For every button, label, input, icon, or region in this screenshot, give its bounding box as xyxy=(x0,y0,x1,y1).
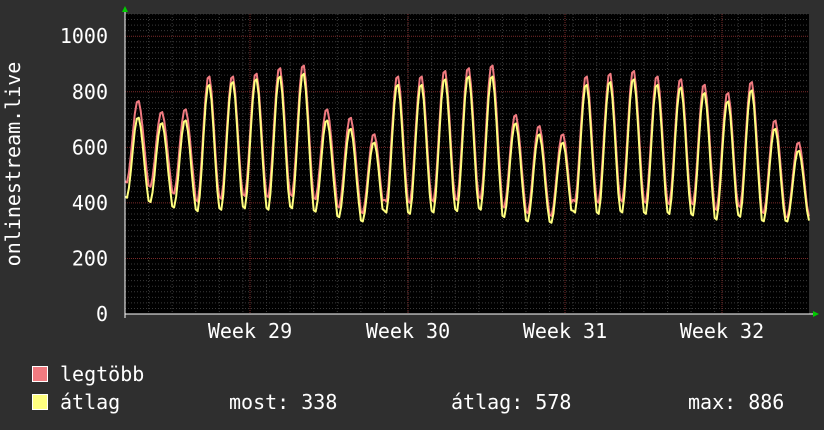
y-tick-label: 800 xyxy=(72,80,108,104)
y-axis-arrow xyxy=(122,6,128,12)
legend-label-atlag: átlag xyxy=(60,390,121,414)
y-tick-label: 1000 xyxy=(60,24,108,48)
legend-swatch-legtobb xyxy=(32,366,48,382)
legend-swatch-atlag xyxy=(32,394,48,410)
legend-label-legtobb: legtöbb xyxy=(60,362,145,386)
y-tick-label: 200 xyxy=(72,246,108,270)
x-tick-label: Week 31 xyxy=(523,319,607,343)
stat-most: most: 338 xyxy=(229,390,338,414)
y-tick-label: 600 xyxy=(72,135,108,159)
y-tick-label: 400 xyxy=(72,191,108,215)
chart: 0 200 400 600 800 1000 Week 29 Week 30 Week 31 We… xyxy=(1,6,819,343)
y-axis-label: onlinestream.live xyxy=(1,62,25,267)
x-tick-label: Week 30 xyxy=(366,319,450,343)
y-tick-label: 0 xyxy=(96,302,108,326)
x-tick-label: Week 32 xyxy=(680,319,764,343)
stat-max: max: 886 xyxy=(688,390,785,414)
x-axis-arrow xyxy=(813,311,819,317)
stat-atlag: átlag: 578 xyxy=(451,390,572,414)
x-tick-label: Week 29 xyxy=(208,319,292,343)
